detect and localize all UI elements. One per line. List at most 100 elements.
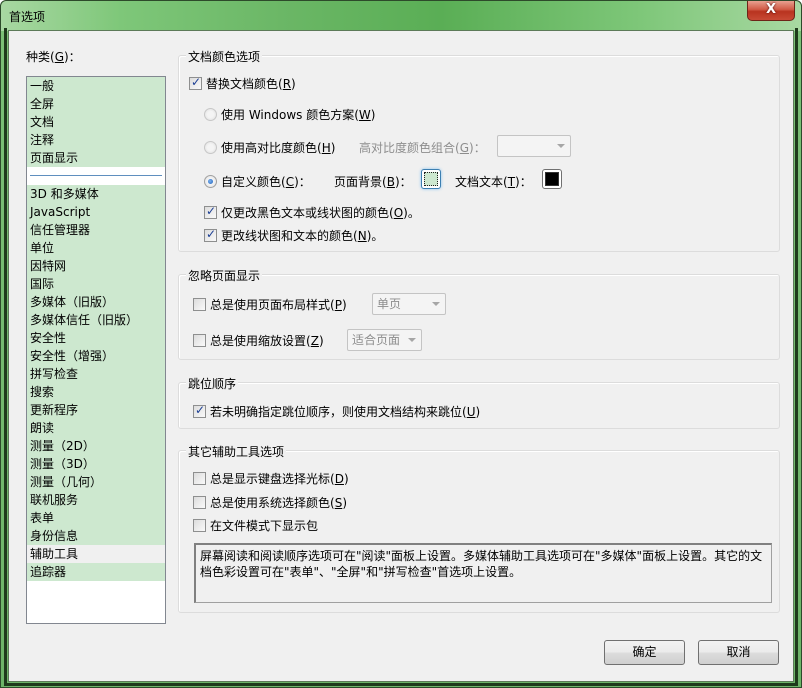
custom-colors-radio-row[interactable]: 自定义颜色(C)：	[204, 173, 311, 190]
shortcut-key: T	[507, 174, 516, 189]
use-high-contrast-radio-row[interactable]: 使用高对比度颜色(H)	[204, 139, 335, 156]
shortcut-key: B	[386, 174, 395, 189]
shortcut-key: H	[321, 140, 331, 155]
use-windows-colors-radio[interactable]	[204, 108, 217, 121]
category-separator	[27, 167, 165, 185]
change-line-art-checkbox[interactable]	[204, 227, 217, 242]
category-item[interactable]: 因特网	[27, 257, 165, 275]
category-item[interactable]: 测量（3D）	[27, 455, 165, 473]
use-structure-checkbox-row[interactable]: 若未明确指定跳位顺序，则使用文档结构来跳位(U)	[193, 403, 480, 420]
page-bg-label-text: 页面背景	[334, 175, 383, 189]
zoom-setting-label: 总是使用缩放设置	[210, 334, 307, 348]
chevron-down-icon	[432, 302, 440, 306]
category-item[interactable]: 页面显示	[27, 149, 165, 167]
shortcut-key: W	[358, 107, 371, 122]
cancel-button[interactable]: 取消	[698, 640, 779, 665]
category-item[interactable]: 搜索	[27, 383, 165, 401]
replace-colors-label: 替换文档颜色	[206, 77, 279, 91]
group-title: 其它辅助工具选项	[186, 443, 287, 460]
title-bar[interactable]: 首选项 X	[1, 1, 801, 31]
category-item[interactable]: 多媒体（旧版）	[27, 293, 165, 311]
only-black-checkbox-row[interactable]: 仅更改黑色文本或线状图的颜色(O)。	[204, 204, 420, 221]
high-contrast-combo-label-text: 高对比度颜色组合	[359, 141, 456, 155]
category-item[interactable]: 信任管理器	[27, 221, 165, 239]
category-item[interactable]: 朗读	[27, 419, 165, 437]
show-portfolio-checkbox-row[interactable]: 在文件模式下显示包	[193, 517, 318, 534]
category-item[interactable]: 单位	[27, 239, 165, 257]
category-list[interactable]: 一般 全屏 文档 注释 页面显示 3D 和多媒体 JavaScript 信任管理…	[26, 76, 166, 624]
tab-order-group: 跳位顺序 若未明确指定跳位顺序，则使用文档结构来跳位(U)	[178, 375, 780, 429]
category-item[interactable]: 安全性	[27, 329, 165, 347]
category-item[interactable]: 文档	[27, 113, 165, 131]
category-item[interactable]: 更新程序	[27, 401, 165, 419]
zoom-setting-combo-value: 适合页面	[352, 333, 401, 347]
use-structure-checkbox[interactable]	[193, 403, 206, 418]
group-title: 跳位顺序	[186, 375, 239, 392]
page-layout-combo[interactable]: 单页	[372, 293, 446, 315]
category-item[interactable]: JavaScript	[27, 203, 165, 221]
shortcut-key: Z	[310, 333, 319, 348]
chevron-down-icon	[408, 338, 416, 342]
system-colors-label: 总是使用系统选择颜色	[210, 496, 331, 510]
replace-colors-checkbox-row[interactable]: 替换文档颜色(R)	[189, 75, 296, 92]
zoom-setting-combo[interactable]: 适合页面	[347, 329, 422, 351]
category-label-suffix: )：	[64, 50, 81, 64]
category-item[interactable]: 追踪器	[27, 563, 165, 581]
close-button[interactable]: X	[747, 1, 795, 21]
page-bg-label: 页面背景(B)：	[334, 174, 412, 190]
show-portfolio-label: 在文件模式下显示包	[210, 519, 319, 533]
group-title: 忽略页面显示	[186, 267, 263, 284]
doc-text-color-swatch[interactable]	[542, 169, 562, 189]
keyboard-cursor-checkbox-row[interactable]: 总是显示键盘选择光标(D)	[193, 470, 349, 487]
custom-colors-radio[interactable]	[204, 175, 217, 188]
category-item[interactable]: 联机服务	[27, 491, 165, 509]
shortcut-key: N	[357, 228, 367, 243]
use-windows-colors-radio-row[interactable]: 使用 Windows 颜色方案(W)	[204, 106, 375, 123]
only-black-label: 仅更改黑色文本或线状图的颜色	[221, 206, 390, 220]
only-black-checkbox[interactable]	[204, 204, 217, 219]
page-layout-checkbox[interactable]	[193, 298, 206, 311]
zoom-setting-checkbox[interactable]	[193, 334, 206, 347]
doc-text-label-text: 文档文本	[455, 175, 504, 189]
category-item[interactable]: 一般	[27, 77, 165, 95]
system-colors-checkbox-row[interactable]: 总是使用系统选择颜色(S)	[193, 494, 347, 511]
category-label-key: G	[54, 50, 64, 64]
shortcut-key: O	[393, 205, 404, 220]
page-bg-color-swatch[interactable]	[421, 169, 441, 189]
shortcut-key: C	[285, 174, 295, 189]
dialog-client-area: 种类(G)： 一般 全屏 文档 注释 页面显示 3D 和多媒体 JavaScri…	[8, 30, 794, 682]
category-item[interactable]: 国际	[27, 275, 165, 293]
category-item[interactable]: 安全性（增强）	[27, 347, 165, 365]
category-item-selected[interactable]: 辅助工具	[27, 545, 165, 563]
category-item[interactable]: 身份信息	[27, 527, 165, 545]
page-layout-combo-value: 单页	[377, 297, 402, 311]
doc-text-label: 文档文本(T)：	[455, 174, 532, 190]
keyboard-cursor-checkbox[interactable]	[193, 472, 206, 485]
category-item[interactable]: 全屏	[27, 95, 165, 113]
shortcut-key: U	[466, 404, 476, 419]
doc-colors-group: 文档颜色选项 替换文档颜色(R) 使用 Windows 颜色方案(W) 使用高对…	[178, 48, 780, 252]
category-item[interactable]: 表单	[27, 509, 165, 527]
category-item[interactable]: 注释	[27, 131, 165, 149]
use-high-contrast-radio[interactable]	[204, 141, 217, 154]
zoom-setting-checkbox-row[interactable]: 总是使用缩放设置(Z)	[193, 332, 324, 349]
system-colors-checkbox[interactable]	[193, 496, 206, 509]
show-portfolio-checkbox[interactable]	[193, 519, 206, 532]
keyboard-cursor-label: 总是显示键盘选择光标	[210, 472, 331, 486]
ok-button[interactable]: 确定	[604, 640, 685, 665]
info-text-box: 屏幕阅读和阅读顺序选项可在"阅读"面板上设置。多媒体辅助工具选项可在"多媒体"面…	[194, 543, 772, 603]
high-contrast-combo[interactable]	[497, 135, 571, 157]
category-item[interactable]: 多媒体信任（旧版）	[27, 311, 165, 329]
shortcut-key: P	[334, 297, 342, 312]
page-bg-color-fill	[424, 172, 438, 186]
replace-colors-checkbox[interactable]	[189, 75, 202, 90]
category-label-text: 种类(	[26, 50, 55, 64]
category-item[interactable]: 拼写检查	[27, 365, 165, 383]
page-layout-checkbox-row[interactable]: 总是使用页面布局样式(P)	[193, 296, 347, 313]
category-item[interactable]: 测量（2D）	[27, 437, 165, 455]
category-item[interactable]: 测量（几何）	[27, 473, 165, 491]
page-layout-label: 总是使用页面布局样式	[210, 298, 331, 312]
change-line-art-checkbox-row[interactable]: 更改线状图和文本的颜色(N)。	[204, 227, 383, 244]
category-item[interactable]: 3D 和多媒体	[27, 185, 165, 203]
change-line-art-label: 更改线状图和文本的颜色	[221, 229, 354, 243]
